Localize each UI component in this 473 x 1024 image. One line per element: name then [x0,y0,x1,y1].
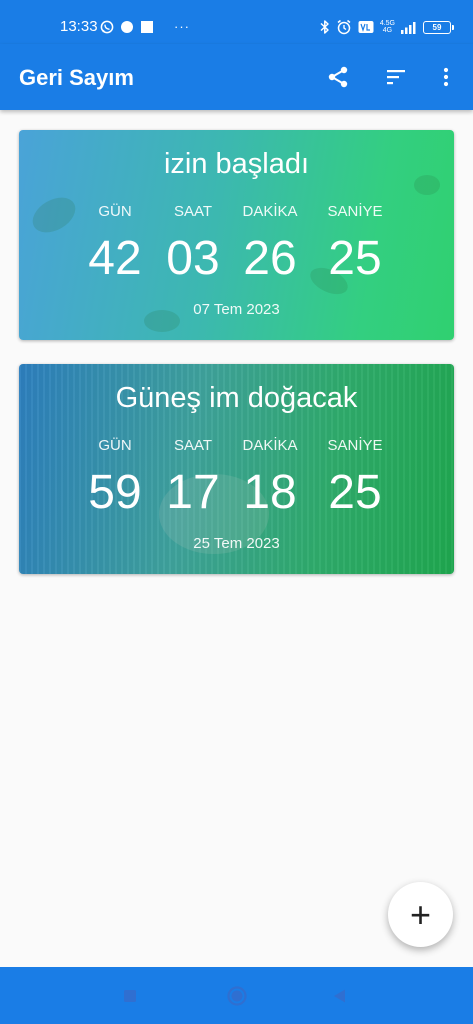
status-left-icons: ··· [100,17,190,37]
days-value: 42 [88,232,142,285]
circle-notification-icon [120,20,134,34]
hours-label: SAAT [173,437,213,454]
whatsapp-icon [100,20,114,34]
seconds-value: 25 [328,232,382,285]
bluetooth-icon [320,19,330,35]
battery-icon: 59 [423,20,454,34]
countdown-title: Güneş im doğacak [115,382,358,414]
countdown-card[interactable]: izin başladı GÜN SAAT DAKİKA SANİYE 42 0… [19,130,454,340]
minutes-label: DAKİKA [242,203,298,220]
countdown-values: 59 17 18 25 [19,465,454,521]
countdown-date: 25 Tem 2023 [193,535,280,552]
more-vert-icon[interactable] [430,61,462,93]
app-bar: Geri Sayım [0,44,473,110]
share-icon[interactable] [322,61,354,93]
sort-icon[interactable] [380,61,412,93]
minutes-value: 26 [243,232,297,285]
hours-value: 03 [166,232,220,285]
battery-level: 59 [432,22,442,32]
status-time: 13:33 [60,18,98,35]
hours-label: SAAT [173,203,213,220]
alarm-icon [336,19,352,35]
seconds-value: 25 [328,466,382,519]
back-icon[interactable] [328,984,352,1008]
home-icon[interactable] [225,984,249,1008]
days-label: GÜN [98,203,132,220]
countdown-card[interactable]: Güneş im doğacak GÜN SAAT DAKİKA SANİYE … [19,364,454,574]
app-title: Geri Sayım [19,65,134,90]
countdown-date: 07 Tem 2023 [193,301,280,318]
recents-icon[interactable] [118,984,142,1008]
square-notification-icon [140,20,154,34]
volte-icon [358,20,374,34]
days-value: 59 [88,466,142,519]
minutes-label: DAKİKA [242,437,298,454]
signal-icon [401,21,417,34]
hours-value: 17 [166,466,220,519]
plus-icon: + [409,893,432,935]
status-bar: 13:33 ··· 4.5G 4G 59 [0,0,473,44]
unit-labels: GÜN SAAT DAKİKA SANİYE [19,203,454,221]
seconds-label: SANİYE [327,437,383,454]
days-label: GÜN [98,437,132,454]
seconds-label: SANİYE [327,203,383,220]
more-notifications-icon: ··· [174,19,190,34]
unit-labels: GÜN SAAT DAKİKA SANİYE [19,437,454,455]
status-right-icons: 4.5G 4G 59 [320,17,454,37]
minutes-value: 18 [243,466,297,519]
network-type-label: 4.5G 4G [379,20,395,34]
add-countdown-button[interactable]: + [388,882,453,947]
navigation-bar [0,967,473,1024]
countdown-values: 42 03 26 25 [19,231,454,287]
countdown-title: izin başladı [163,148,310,180]
